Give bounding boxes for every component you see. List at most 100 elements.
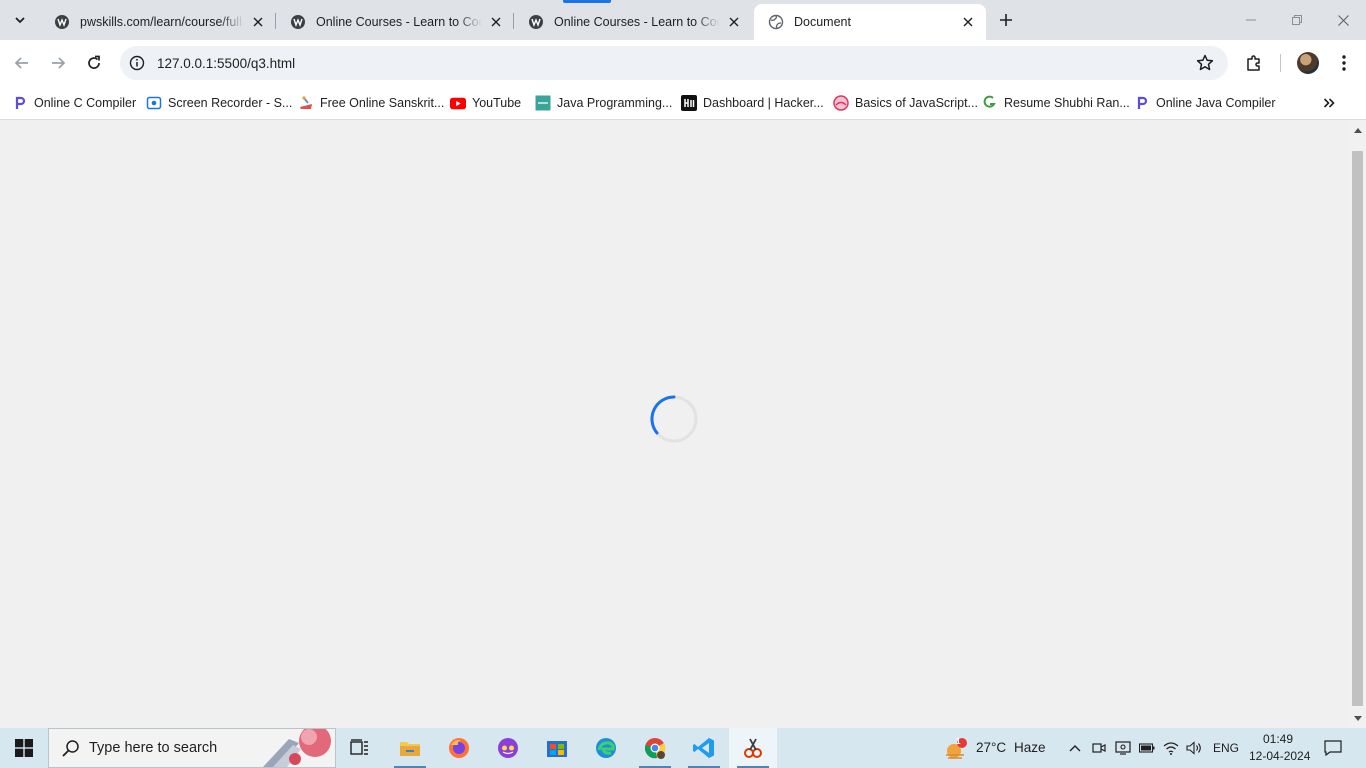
scroll-down-arrow[interactable] bbox=[1353, 714, 1363, 724]
bookmark-item[interactable]: Screen Recorder - S... bbox=[146, 92, 292, 114]
loading-spinner-icon bbox=[650, 395, 698, 443]
globe-icon bbox=[768, 14, 784, 30]
messenger-icon bbox=[498, 738, 518, 758]
weather-alert-badge: 1 bbox=[956, 737, 961, 746]
menu-button[interactable] bbox=[1330, 49, 1358, 77]
back-button[interactable] bbox=[8, 49, 36, 77]
close-icon bbox=[1337, 14, 1349, 26]
tab-pwskills[interactable]: pwskills.com/learn/course/full-s bbox=[40, 4, 276, 40]
pwskills-favicon-icon bbox=[55, 15, 69, 29]
folder-icon bbox=[400, 742, 420, 756]
taskbar-search-box[interactable]: Type here to search bbox=[48, 728, 336, 768]
bookmark-label: Dashboard | Hacker... bbox=[703, 96, 824, 110]
address-url[interactable]: 127.0.0.1:5500/q3.html bbox=[157, 56, 295, 71]
minimize-icon bbox=[1246, 19, 1256, 21]
scrollbar-thumb[interactable] bbox=[1352, 151, 1363, 706]
new-tab-button[interactable] bbox=[994, 8, 1018, 32]
notifications-button[interactable] bbox=[1323, 738, 1343, 758]
start-button[interactable] bbox=[0, 728, 48, 768]
taskbar-vscode[interactable] bbox=[680, 728, 728, 768]
kebab-menu-icon bbox=[1342, 55, 1346, 71]
close-window-button[interactable] bbox=[1320, 0, 1366, 40]
firefox-icon bbox=[449, 738, 469, 758]
close-tab-icon[interactable] bbox=[250, 14, 266, 30]
forward-button[interactable] bbox=[44, 49, 72, 77]
taskbar-snipping-tool[interactable] bbox=[729, 728, 777, 768]
taskbar-store[interactable] bbox=[533, 728, 581, 768]
tab-online-courses-1[interactable]: Online Courses - Learn to Code bbox=[276, 4, 514, 40]
show-hidden-icons-button[interactable] bbox=[1065, 738, 1085, 758]
page-viewport bbox=[0, 121, 1350, 728]
bookmark-item[interactable]: Resume Shubhi Ran... bbox=[982, 92, 1130, 114]
task-view-button[interactable] bbox=[336, 728, 384, 768]
bookmark-item[interactable]: YouTube bbox=[450, 92, 521, 114]
profile-avatar[interactable] bbox=[1297, 52, 1319, 74]
address-bar[interactable]: 127.0.0.1:5500/q3.html bbox=[120, 46, 1228, 80]
minimize-button[interactable] bbox=[1228, 0, 1274, 40]
p-logo-icon bbox=[1134, 95, 1150, 111]
tab-title: pwskills.com/learn/course/full-s bbox=[80, 15, 244, 29]
bookmark-item[interactable]: Online C Compiler bbox=[12, 92, 136, 114]
tab-document[interactable]: Document bbox=[754, 4, 986, 40]
clock-time[interactable]: 01:49 bbox=[1263, 732, 1293, 746]
search-icon bbox=[62, 740, 79, 757]
vscode-icon bbox=[693, 738, 714, 758]
clock-date[interactable]: 12-04-2024 bbox=[1249, 749, 1310, 763]
bookmark-label: Screen Recorder - S... bbox=[168, 96, 293, 110]
bookmark-label: Java Programming... bbox=[557, 96, 673, 110]
battery-icon bbox=[1139, 743, 1155, 753]
plus-icon bbox=[1000, 14, 1012, 26]
edge-icon bbox=[596, 738, 616, 758]
puzzle-icon bbox=[1247, 55, 1260, 71]
bookmark-star-icon[interactable] bbox=[1196, 54, 1214, 72]
extensions-button[interactable] bbox=[1240, 49, 1268, 77]
bookmark-item[interactable]: Basics of JavaScript... bbox=[833, 92, 978, 114]
taskbar-messenger[interactable] bbox=[484, 728, 532, 768]
back-arrow-icon bbox=[14, 57, 28, 69]
network-status[interactable] bbox=[1161, 738, 1181, 758]
bookmark-item[interactable]: Dashboard | Hacker... bbox=[681, 92, 824, 114]
more-bookmarks-button[interactable] bbox=[1318, 92, 1340, 114]
bookmark-item[interactable]: Online Java Compiler bbox=[1134, 92, 1276, 114]
snipping-tool-icon bbox=[744, 738, 762, 758]
p-logo-icon bbox=[12, 95, 28, 111]
sanskrit-icon bbox=[298, 95, 314, 111]
toolbar-separator bbox=[1280, 54, 1281, 72]
weather-condition[interactable]: Haze bbox=[1014, 740, 1046, 755]
bookmark-label: YouTube bbox=[472, 96, 522, 110]
bookmarks-bar: Online C Compiler Screen Recorder - S...… bbox=[0, 86, 1366, 120]
restore-icon bbox=[1292, 15, 1302, 25]
tab-search-button[interactable] bbox=[8, 8, 32, 32]
hackerrank-icon bbox=[681, 95, 697, 111]
task-view-icon bbox=[350, 739, 368, 755]
page-scrollbar[interactable] bbox=[1350, 121, 1366, 728]
close-tab-icon[interactable] bbox=[726, 14, 742, 30]
pwskills-favicon-icon bbox=[291, 15, 305, 29]
input-language[interactable]: ENG bbox=[1213, 741, 1239, 755]
close-tab-icon[interactable] bbox=[488, 14, 504, 30]
bookmark-item[interactable]: Java Programming... bbox=[535, 92, 672, 114]
restore-button[interactable] bbox=[1274, 0, 1320, 40]
battery-status[interactable] bbox=[1137, 738, 1157, 758]
tab-online-courses-2[interactable]: Online Courses - Learn to Code bbox=[514, 4, 752, 40]
taskbar-file-explorer[interactable] bbox=[386, 728, 434, 768]
windows-logo-icon bbox=[15, 739, 33, 757]
taskbar-edge[interactable] bbox=[582, 728, 630, 768]
scroll-up-arrow[interactable] bbox=[1353, 125, 1363, 135]
pwskills-favicon-icon bbox=[529, 15, 543, 29]
taskbar-chrome[interactable] bbox=[631, 728, 679, 768]
close-tab-icon[interactable] bbox=[960, 14, 976, 30]
meet-now-button[interactable] bbox=[1089, 738, 1109, 758]
chevron-up-icon bbox=[1069, 745, 1081, 752]
bookmark-item[interactable]: Free Online Sanskrit... bbox=[298, 92, 444, 114]
youtube-icon bbox=[450, 95, 466, 111]
reload-button[interactable] bbox=[80, 49, 108, 77]
bookmark-label: Free Online Sanskrit... bbox=[320, 96, 445, 110]
display-settings-button[interactable] bbox=[1113, 738, 1133, 758]
wifi-icon bbox=[1163, 742, 1179, 755]
volume-control[interactable] bbox=[1184, 738, 1204, 758]
reload-icon bbox=[88, 55, 100, 69]
site-info-icon[interactable] bbox=[128, 54, 146, 72]
taskbar-firefox[interactable] bbox=[435, 728, 483, 768]
weather-temperature[interactable]: 27°C bbox=[976, 740, 1006, 755]
